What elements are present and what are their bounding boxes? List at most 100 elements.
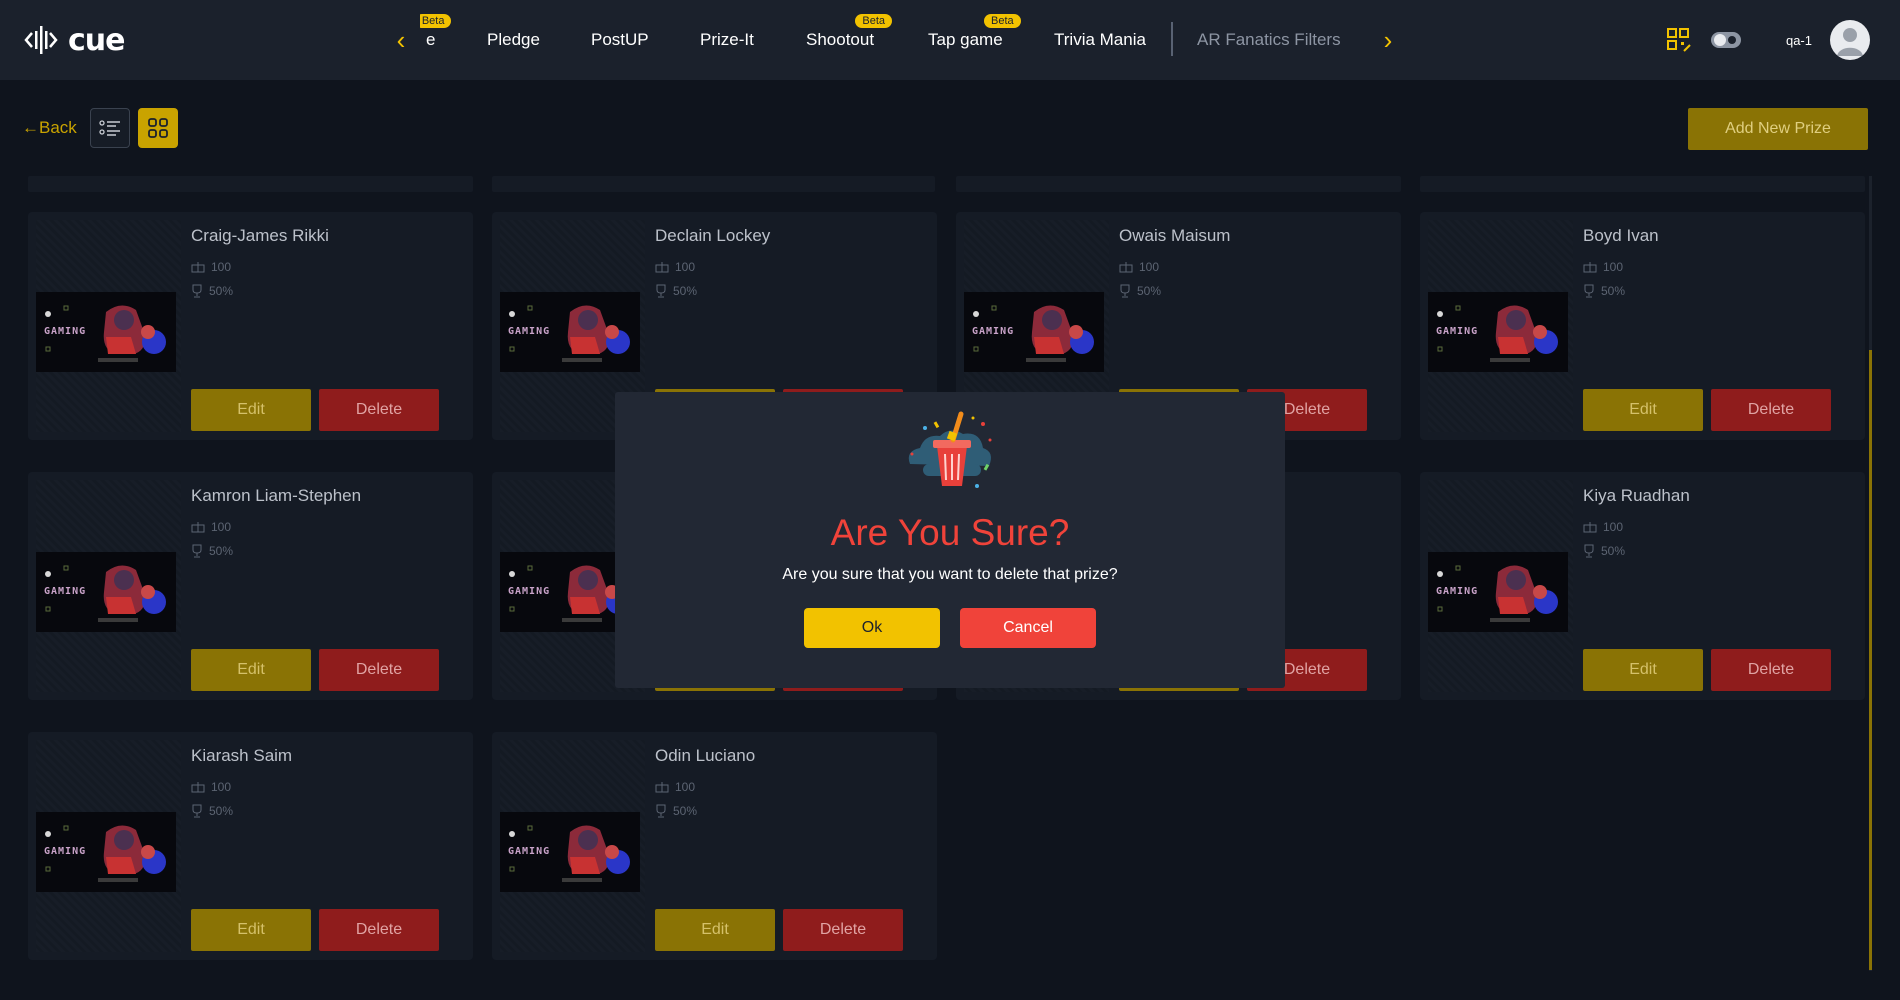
ok-button[interactable]: Ok bbox=[804, 608, 940, 648]
edit-button[interactable]: Edit bbox=[191, 389, 311, 431]
prize-quantity: 100 bbox=[191, 780, 231, 794]
chance-value: 50% bbox=[673, 804, 698, 818]
prize-chance: 50% bbox=[1583, 544, 1625, 558]
thumbnail-gaming-text: GAMING bbox=[44, 586, 86, 597]
prize-name: Kiya Ruadhan bbox=[1583, 486, 1690, 505]
prize-chance: 50% bbox=[191, 544, 233, 558]
cancel-button[interactable]: Cancel bbox=[960, 608, 1096, 648]
thumbnail-gaming-text: GAMING bbox=[44, 326, 86, 337]
thumbnail-gaming-text: GAMING bbox=[508, 586, 550, 597]
quantity-value: 100 bbox=[211, 780, 232, 794]
gaming-image: GAMING bbox=[964, 292, 1104, 372]
edit-button[interactable]: Edit bbox=[191, 909, 311, 951]
chance-value: 50% bbox=[1601, 284, 1626, 298]
quantity-value: 100 bbox=[1603, 260, 1624, 274]
prize-name: Odin Luciano bbox=[655, 746, 756, 765]
scrollbar-thumb[interactable] bbox=[1869, 350, 1872, 970]
trophy-icon bbox=[1584, 284, 1594, 298]
prize-chance: 50% bbox=[655, 284, 697, 298]
prize-chance: 50% bbox=[1583, 284, 1625, 298]
chance-value: 50% bbox=[1137, 284, 1162, 298]
delete-button[interactable]: Delete bbox=[1711, 649, 1831, 691]
prize-card: GAMING Kiarash Saim 100 50% Edit Delete bbox=[28, 732, 473, 960]
prize-quantity: 100 bbox=[1119, 260, 1159, 274]
gift-icon bbox=[191, 262, 205, 273]
delete-button[interactable]: Delete bbox=[319, 649, 439, 691]
prize-thumbnail: GAMING bbox=[36, 552, 176, 632]
prize-quantity: 100 bbox=[191, 520, 231, 534]
chance-value: 50% bbox=[1601, 544, 1626, 558]
prize-card: GAMING Odin Luciano 100 50% Edit Delete bbox=[492, 732, 937, 960]
prize-chance: 50% bbox=[1119, 284, 1161, 298]
prize-quantity: 100 bbox=[191, 260, 231, 274]
edit-button[interactable]: Edit bbox=[1583, 649, 1703, 691]
delete-button[interactable]: Delete bbox=[1711, 389, 1831, 431]
thumbnail-gaming-text: GAMING bbox=[972, 326, 1014, 337]
prize-quantity: 100 bbox=[1583, 520, 1623, 534]
prize-card: GAMING Kamron Liam-Stephen 100 50% Edit Delet… bbox=[28, 472, 473, 700]
card-partial bbox=[1420, 176, 1865, 192]
delete-confirm-dialog: Are You Sure? Are you sure that you want… bbox=[615, 392, 1285, 688]
prize-chance: 50% bbox=[191, 284, 233, 298]
prize-quantity: 100 bbox=[655, 260, 695, 274]
gift-icon bbox=[191, 522, 205, 533]
prize-name: Boyd Ivan bbox=[1583, 226, 1659, 245]
prize-name: Kamron Liam-Stephen bbox=[191, 486, 362, 505]
trophy-icon bbox=[656, 804, 666, 818]
trophy-icon bbox=[192, 804, 202, 818]
quantity-value: 100 bbox=[211, 260, 232, 274]
delete-button[interactable]: Delete bbox=[783, 909, 903, 951]
chance-value: 50% bbox=[209, 284, 234, 298]
prize-chance: 50% bbox=[655, 804, 697, 818]
prize-thumbnail: GAMING bbox=[964, 292, 1104, 372]
quantity-value: 100 bbox=[1139, 260, 1160, 274]
edit-button[interactable]: Edit bbox=[1583, 389, 1703, 431]
dialog-title: Are You Sure? bbox=[830, 512, 1070, 553]
gift-icon bbox=[1583, 522, 1597, 533]
gaming-image: GAMING bbox=[36, 292, 176, 372]
prize-card: GAMING Kiya Ruadhan 100 50% Edit Delete bbox=[1420, 472, 1865, 700]
delete-button[interactable]: Delete bbox=[319, 389, 439, 431]
prize-thumbnail: GAMING bbox=[1428, 552, 1568, 632]
gaming-image: GAMING bbox=[500, 292, 640, 372]
prize-card: GAMING Boyd Ivan 100 50% Edit Delete bbox=[1420, 212, 1865, 440]
quantity-value: 100 bbox=[675, 260, 696, 274]
prize-chance: 50% bbox=[191, 804, 233, 818]
chance-value: 50% bbox=[673, 284, 698, 298]
thumbnail-gaming-text: GAMING bbox=[1436, 326, 1478, 337]
chance-value: 50% bbox=[209, 544, 234, 558]
gaming-image: GAMING bbox=[1428, 552, 1568, 632]
dialog-message: Are you sure that you want to delete tha… bbox=[782, 566, 1118, 583]
trophy-icon bbox=[1584, 544, 1594, 558]
trash-bin-icon bbox=[908, 411, 992, 488]
gift-icon bbox=[1583, 262, 1597, 273]
quantity-value: 100 bbox=[1603, 520, 1624, 534]
thumbnail-gaming-text: GAMING bbox=[508, 846, 550, 857]
quantity-value: 100 bbox=[211, 520, 232, 534]
gaming-image: GAMING bbox=[1428, 292, 1568, 372]
prize-thumbnail: GAMING bbox=[500, 812, 640, 892]
prize-name: Declain Lockey bbox=[655, 226, 771, 245]
thumbnail-gaming-text: GAMING bbox=[1436, 586, 1478, 597]
prize-card: GAMING Craig-James Rikki 100 50% Edit Delete bbox=[28, 212, 473, 440]
gaming-image: GAMING bbox=[500, 812, 640, 892]
prize-thumbnail: GAMING bbox=[36, 812, 176, 892]
prize-name: Craig-James Rikki bbox=[191, 226, 329, 245]
card-partial bbox=[492, 176, 935, 192]
thumbnail-gaming-text: GAMING bbox=[44, 846, 86, 857]
prize-thumbnail: GAMING bbox=[1428, 292, 1568, 372]
prize-thumbnail: GAMING bbox=[36, 292, 176, 372]
edit-button[interactable]: Edit bbox=[655, 909, 775, 951]
gift-icon bbox=[655, 262, 669, 273]
delete-button[interactable]: Delete bbox=[319, 909, 439, 951]
trophy-icon bbox=[192, 284, 202, 298]
edit-button[interactable]: Edit bbox=[191, 649, 311, 691]
gaming-image: GAMING bbox=[36, 552, 176, 632]
trophy-icon bbox=[1120, 284, 1130, 298]
gift-icon bbox=[191, 782, 205, 793]
chance-value: 50% bbox=[209, 804, 234, 818]
prize-name: Owais Maisum bbox=[1119, 226, 1231, 245]
prize-quantity: 100 bbox=[1583, 260, 1623, 274]
trophy-icon bbox=[656, 284, 666, 298]
prize-thumbnail: GAMING bbox=[500, 292, 640, 372]
